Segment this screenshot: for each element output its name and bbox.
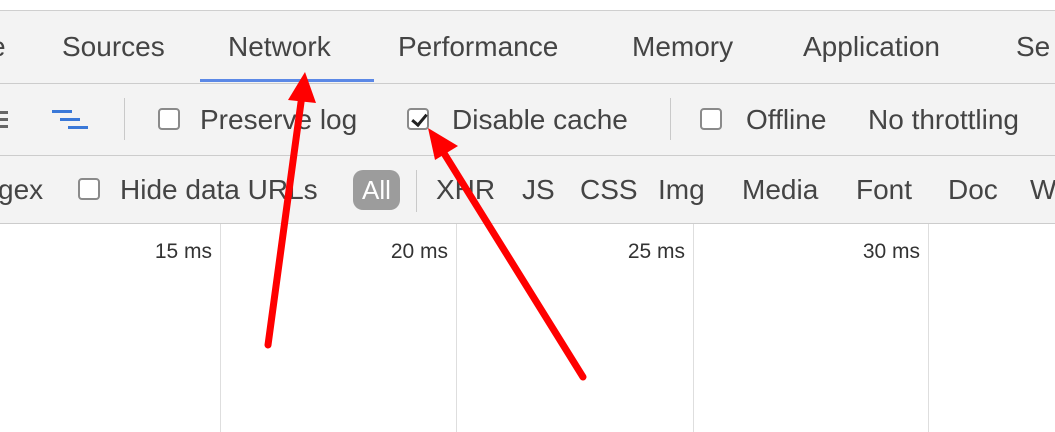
timeline-gridline bbox=[928, 224, 929, 432]
throttling-select[interactable]: No throttling bbox=[868, 104, 1019, 136]
preserve-log-label[interactable]: Preserve log bbox=[200, 104, 357, 136]
filter-img[interactable]: Img bbox=[658, 174, 705, 206]
filter-bar: gex Hide data URLs All XHR JS CSS Img Me… bbox=[0, 156, 1055, 224]
waterfall-view-icon[interactable] bbox=[52, 108, 92, 132]
active-tab-indicator bbox=[200, 79, 374, 82]
tab-memory[interactable]: Memory bbox=[632, 31, 733, 63]
preserve-log-checkbox[interactable] bbox=[158, 108, 180, 130]
timeline-tick-label: 15 ms bbox=[154, 240, 212, 263]
timeline-overview[interactable]: 15 ms 20 ms 25 ms 30 ms bbox=[0, 224, 1055, 432]
timeline-gridline bbox=[456, 224, 457, 432]
filter-font[interactable]: Font bbox=[856, 174, 912, 206]
regex-label-partial[interactable]: gex bbox=[0, 174, 43, 206]
filter-menu-icon[interactable] bbox=[0, 111, 10, 131]
disable-cache-checkbox[interactable] bbox=[407, 108, 429, 130]
filter-media[interactable]: Media bbox=[742, 174, 818, 206]
hide-data-urls-label[interactable]: Hide data URLs bbox=[120, 174, 318, 206]
filter-divider bbox=[416, 170, 417, 212]
toolbar-divider bbox=[670, 98, 671, 140]
tab-performance[interactable]: Performance bbox=[398, 31, 558, 63]
filter-css[interactable]: CSS bbox=[580, 174, 638, 206]
hide-data-urls-checkbox[interactable] bbox=[78, 178, 100, 200]
timeline-gridline bbox=[693, 224, 694, 432]
devtools-tab-bar: e Sources Network Performance Memory App… bbox=[0, 10, 1055, 84]
tab-network[interactable]: Network bbox=[228, 31, 331, 63]
filter-doc[interactable]: Doc bbox=[948, 174, 998, 206]
filter-ws-partial[interactable]: W bbox=[1030, 174, 1055, 206]
filter-xhr[interactable]: XHR bbox=[436, 174, 495, 206]
toolbar-divider bbox=[124, 98, 125, 140]
filter-all-button[interactable]: All bbox=[353, 170, 400, 210]
tab-security-partial[interactable]: Se bbox=[1016, 31, 1050, 63]
tab-elements-partial[interactable]: e bbox=[0, 31, 6, 63]
timeline-tick-label: 30 ms bbox=[862, 240, 920, 263]
tab-sources[interactable]: Sources bbox=[62, 31, 165, 63]
offline-checkbox[interactable] bbox=[700, 108, 722, 130]
filter-js[interactable]: JS bbox=[522, 174, 555, 206]
timeline-tick-label: 20 ms bbox=[390, 240, 448, 263]
tab-application[interactable]: Application bbox=[803, 31, 940, 63]
timeline-tick-label: 25 ms bbox=[627, 240, 685, 263]
network-toolbar: Preserve log Disable cache Offline No th… bbox=[0, 84, 1055, 156]
offline-label[interactable]: Offline bbox=[746, 104, 826, 136]
timeline-gridline bbox=[220, 224, 221, 432]
disable-cache-label[interactable]: Disable cache bbox=[452, 104, 628, 136]
